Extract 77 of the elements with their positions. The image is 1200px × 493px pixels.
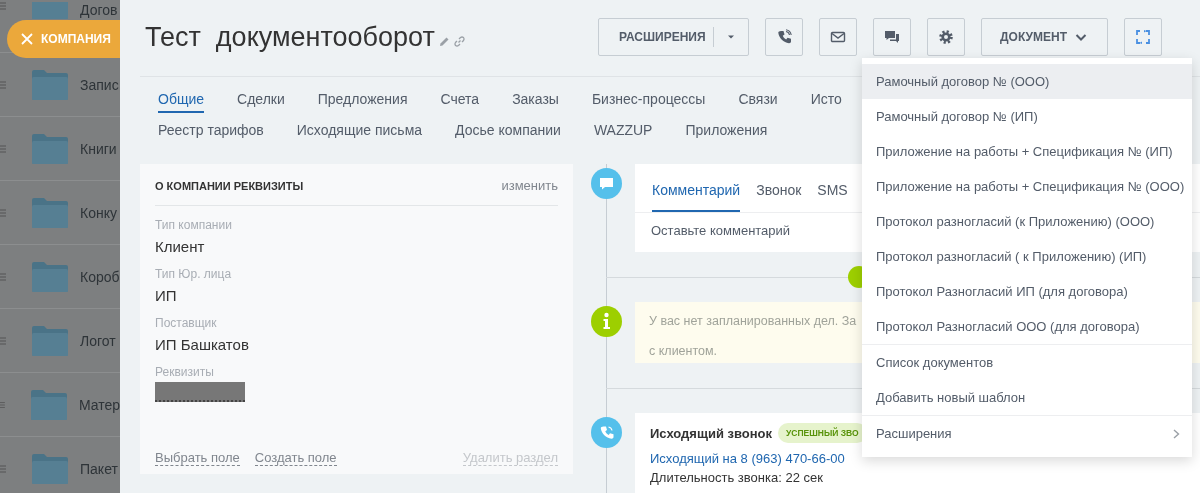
field-label: Тип Юр. лица <box>155 267 233 281</box>
tab[interactable]: Заказы <box>512 91 559 113</box>
tab[interactable]: Сделки <box>237 91 285 113</box>
folder-icon <box>32 2 68 19</box>
folder-icon <box>32 133 68 164</box>
swap-button[interactable] <box>1124 18 1162 56</box>
drag-handle-icon <box>0 400 5 409</box>
composer-tab[interactable]: Комментарий <box>652 164 741 212</box>
chevron-right-icon <box>1173 428 1180 439</box>
tab[interactable]: Исходящие письма <box>296 122 423 144</box>
phone-icon <box>776 29 793 45</box>
folder-name[interactable]: Догов <box>80 2 118 18</box>
folder-name[interactable]: Пакет <box>80 460 118 477</box>
menu-item[interactable]: Список документов <box>862 345 1192 380</box>
tab[interactable]: Досье компании <box>455 122 561 144</box>
field-action-link[interactable]: Выбрать поле <box>155 450 240 466</box>
comment-icon <box>591 168 622 199</box>
field-label: Реквизиты <box>155 365 215 379</box>
tab[interactable]: Бизнес-процессы <box>591 91 706 113</box>
folder-name[interactable]: Запис <box>80 76 119 93</box>
field-label: Тип компании <box>155 218 233 232</box>
folder-name[interactable]: Логот <box>80 332 116 349</box>
edit-link[interactable]: изменить <box>501 178 558 193</box>
envelope-icon <box>830 29 847 45</box>
folder-name[interactable]: Матер <box>78 396 120 413</box>
tab[interactable]: Предложения <box>317 91 408 113</box>
phone-icon <box>591 417 622 448</box>
notice-text: У вас нет запланированных дел. За с клиентом. <box>649 313 857 360</box>
menu-item[interactable]: Рамочный договор № (ИП) <box>862 99 1192 134</box>
folder-icon <box>32 453 68 484</box>
folder-icon <box>30 389 67 420</box>
extensions-split-button[interactable]: РАСШИРЕНИЯ <box>598 18 750 56</box>
field-action-link[interactable]: Создать поле <box>254 450 337 466</box>
email-button[interactable] <box>819 18 858 56</box>
folder-icon <box>32 325 68 356</box>
menu-item[interactable]: Протокол Разногласий ООО (для договора) <box>862 309 1192 344</box>
extensions-button[interactable]: РАСШИРЕНИЯ <box>599 19 714 55</box>
call-duration: Длительность звонка: 22 сек <box>650 470 824 485</box>
menu-item[interactable]: Приложение на работы + Спецификация № (ИП) <box>862 134 1192 169</box>
menu-item[interactable]: Добавить новый шаблон <box>862 380 1192 415</box>
field-value: Клиент <box>155 238 206 255</box>
call-title: Исходящий звонок <box>650 425 772 441</box>
composer-tab[interactable]: SMS <box>817 164 848 212</box>
folder-name[interactable]: Короб <box>80 268 120 285</box>
chat-button[interactable] <box>873 18 912 56</box>
folder-name[interactable]: Конку <box>80 204 117 221</box>
call-button[interactable] <box>765 18 804 56</box>
tab[interactable]: Связи <box>738 91 778 113</box>
tab[interactable]: Приложения <box>685 122 768 144</box>
menu-item[interactable]: Рамочный договор № (ООО) <box>862 64 1192 99</box>
settings-icon <box>938 29 955 45</box>
field-label: Поставщик <box>155 316 218 330</box>
field-value: ИП Башкатов <box>155 336 250 353</box>
folder-icon <box>32 69 68 100</box>
menu-item[interactable]: Протокол разногласий ( к Приложению) (ИП) <box>862 239 1192 274</box>
folder-name[interactable]: Книги <box>80 140 117 157</box>
link-icon <box>453 35 465 47</box>
settings-button[interactable] <box>927 18 966 56</box>
info-icon <box>591 306 622 337</box>
pencil-icon <box>438 35 450 47</box>
close-icon <box>21 33 33 45</box>
tab[interactable]: Исто <box>810 91 842 113</box>
tab[interactable]: Реестр тарифов <box>158 122 264 144</box>
card-title: О КОМПАНИИ РЕКВИЗИТЫ <box>155 179 304 192</box>
composer-tab[interactable]: Звонок <box>756 164 802 212</box>
tab[interactable]: WAZZUP <box>593 122 653 144</box>
tab[interactable]: Счета <box>440 91 480 113</box>
menu-item[interactable]: Протокол Разногласий ИП (для договора) <box>862 274 1192 309</box>
chat-bubbles-icon <box>884 29 901 45</box>
menu-item[interactable]: Протокол разногласий (к Приложению) (ООО) <box>862 204 1192 239</box>
document-button[interactable]: ДОКУМЕНТ <box>981 18 1108 56</box>
page-title: Тест документооборот <box>145 21 435 53</box>
menu-item[interactable]: Приложение на работы + Спецификация № (ООО) <box>862 169 1192 204</box>
field-value: ИП <box>155 287 178 304</box>
tab[interactable]: Общие <box>158 91 205 113</box>
folder-icon <box>32 261 68 292</box>
folder-icon <box>32 197 68 228</box>
